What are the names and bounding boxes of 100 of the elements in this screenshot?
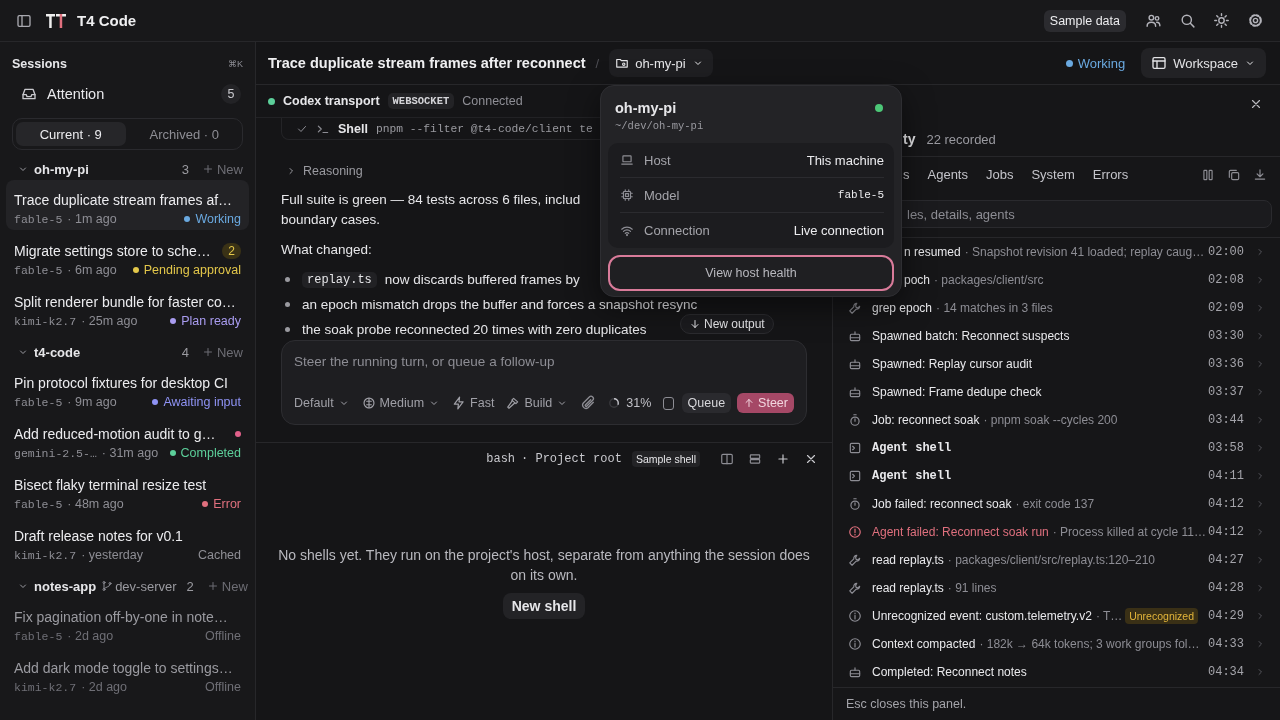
activity-row[interactable]: Spawned: Replay cursor audit 03:36	[833, 350, 1280, 378]
split-icon[interactable]	[720, 451, 734, 466]
new-shell-button[interactable]: New shell	[502, 593, 586, 619]
filter-tab[interactable]: Errors	[1092, 167, 1129, 182]
activity-row[interactable]: Context compacted · 182k → 64k tokens; 3 work groups fol… 04:33	[833, 630, 1280, 658]
shell-name: bash	[486, 451, 516, 466]
session-item[interactable]: Add reduced-motion audit to g… gemini-2.5-… · 31m ago Completed	[6, 414, 249, 464]
filter-tab[interactable]: s	[903, 167, 910, 182]
steer-button[interactable]: Steer	[737, 393, 794, 413]
code-snippet: replay.ts	[302, 271, 377, 288]
brain-icon	[361, 396, 376, 410]
sun-icon[interactable]	[1213, 12, 1230, 29]
filter-tab[interactable]: Current · 9	[16, 122, 126, 146]
activity-row[interactable]: Completed: Reconnect notes 04:34	[833, 658, 1280, 686]
event-detail: · packages/client/src	[934, 273, 1044, 287]
session-item[interactable]: Migrate settings store to sche… 2 fable-5 · 6m ago Pending approval	[6, 231, 249, 281]
activity-row[interactable]: Agent shell 03:58	[833, 434, 1280, 462]
event-title: Job: reconnect soak	[872, 413, 980, 427]
columns-icon[interactable]	[1201, 167, 1215, 182]
search-icon[interactable]	[1179, 12, 1196, 29]
session-item[interactable]: Bisect flaky terminal resize test fable-5 · 48m ago Error	[6, 465, 249, 515]
event-time: 04:27	[1208, 553, 1244, 567]
message-input[interactable]: Steer the running turn, or queue a follow-up	[294, 351, 794, 371]
mode-dropdown[interactable]: Default	[294, 396, 350, 410]
sidebar-toggle-icon[interactable]	[16, 12, 32, 29]
app-title: T4 Code	[77, 12, 137, 29]
model-label: fable-5	[14, 497, 63, 511]
workspace-button[interactable]: Workspace	[1141, 48, 1266, 78]
activity-row[interactable]: Job failed: reconnect soak · exit code 137 04:12	[833, 490, 1280, 518]
plus-icon	[202, 163, 214, 175]
event-detail: · 182k → 64k tokens; 3 work groups fol…	[979, 637, 1200, 651]
attention-item[interactable]: Attention 5	[6, 82, 249, 106]
activity-row[interactable]: Spawned batch: Reconnect suspects 03:30	[833, 322, 1280, 350]
session-title: Split renderer bundle for faster co…	[14, 294, 237, 310]
new-session-button[interactable]: New	[202, 161, 243, 177]
paperclip-icon[interactable]	[580, 395, 597, 411]
filter-tab[interactable]: Jobs	[986, 167, 1014, 182]
new-session-button[interactable]: New	[202, 344, 243, 360]
session-title: Bisect flaky terminal resize test	[14, 477, 208, 493]
activity-row[interactable]: Agent shell 04:11	[833, 462, 1280, 490]
message-text: Full suite is green — 84 tests across 6 files, includ	[281, 191, 581, 209]
session-title: Trace duplicate stream frames af…	[14, 192, 234, 208]
activity-row[interactable]: Agent failed: Reconnect soak run · Process killed at cycle 11… 04:12	[833, 518, 1280, 546]
event-title: grep epoch	[872, 301, 933, 315]
copy-icon[interactable]	[1227, 167, 1241, 182]
view-host-health-button[interactable]: View host health	[608, 255, 894, 291]
count-badge: 5	[221, 84, 241, 104]
arrow-up-icon	[743, 397, 756, 409]
info-icon	[848, 609, 862, 623]
plus-icon[interactable]	[776, 451, 790, 466]
session-item[interactable]: Trace duplicate stream frames af… fable-5 · 1m ago Working	[6, 180, 249, 230]
project-selector[interactable]: oh-my-pi	[609, 49, 713, 77]
status-label: Offline	[205, 680, 241, 694]
event-detail: · exit code 137	[1015, 497, 1095, 511]
event-title: Agent failed: Reconnect soak run	[872, 525, 1049, 539]
session-item[interactable]: Draft release notes for v0.1 kimi-k2.7 · yesterday Cached	[6, 516, 249, 566]
session-item[interactable]: Split renderer bundle for faster co… kimi-k2.7 · 25m ago Plan ready	[6, 282, 249, 332]
filter-tab[interactable]: System	[1031, 167, 1075, 182]
command-text: pnpm --filter @t4-code/client te	[375, 122, 593, 135]
shortcut-hint: ⌘K	[228, 59, 243, 69]
status-label: Working	[195, 212, 241, 226]
terminal-icon	[848, 469, 862, 483]
list-item-text: the soak probe reconnected 20 times with zero duplicates	[302, 322, 647, 337]
sample-data-button[interactable]: Sample data	[1043, 9, 1126, 32]
session-item[interactable]: Add dark mode toggle to settings… kimi-k2.7 · 2d ago Offline	[6, 648, 249, 698]
queue-checkbox[interactable]	[663, 396, 674, 410]
event-detail: · pnpm soak --cycles 200	[983, 413, 1118, 427]
activity-row[interactable]: Unrecognized event: custom.telemetry.v2 · T… Unrecognized 04:29	[833, 602, 1280, 630]
session-item[interactable]: Pin protocol fixtures for desktop CI fable-5 · 9m ago Awaiting input	[6, 363, 249, 413]
people-icon[interactable]	[1145, 12, 1162, 29]
project-name[interactable]: notes-app	[34, 578, 97, 594]
folder-icon	[615, 56, 630, 70]
project-name[interactable]: oh-my-pi	[34, 161, 89, 177]
protocol-badge: WEBSOCKET	[387, 93, 455, 109]
new-output-button[interactable]: New output	[680, 314, 774, 334]
effort-dropdown[interactable]: Medium	[361, 396, 441, 410]
project-path: ~/dev/oh-my-pi	[615, 120, 705, 132]
download-icon[interactable]	[1253, 167, 1267, 182]
status-label: Cached	[197, 548, 241, 562]
event-detail: · Snapshot revision 41 loaded; replay caug…	[964, 245, 1205, 259]
speed-toggle[interactable]: Fast	[452, 396, 495, 410]
event-time: 03:30	[1208, 329, 1244, 343]
activity-row[interactable]: grep epoch · 14 matches in 3 files 02:09	[833, 294, 1280, 322]
activity-row[interactable]: read replay.ts · packages/client/src/replay.ts:120–210 04:27	[833, 546, 1280, 574]
activity-row[interactable]: Job: reconnect soak · pnpm soak --cycles 200 03:44	[833, 406, 1280, 434]
filter-tab[interactable]: Agents	[927, 167, 968, 182]
activity-row[interactable]: read replay.ts · 91 lines 04:28	[833, 574, 1280, 602]
transport-name: Codex transport	[283, 94, 380, 108]
queue-button[interactable]: Queue	[681, 393, 732, 413]
filter-tab[interactable]: Archived · 0	[129, 122, 239, 146]
stack-icon[interactable]	[748, 451, 762, 466]
status-label: Working	[1077, 55, 1126, 71]
settings-icon[interactable]	[1247, 12, 1264, 29]
event-title: Unrecognized event: custom.telemetry.v2	[872, 609, 1092, 623]
layout-icon	[1151, 55, 1168, 71]
project-name[interactable]: t4-code	[34, 344, 81, 360]
agent-dropdown[interactable]: Build	[506, 396, 569, 410]
new-session-button[interactable]: New	[206, 578, 248, 594]
session-item[interactable]: Fix pagination off-by-one in note… fable-5 · 2d ago Offline	[6, 597, 249, 647]
activity-row[interactable]: Spawned: Frame dedupe check 03:37	[833, 378, 1280, 406]
